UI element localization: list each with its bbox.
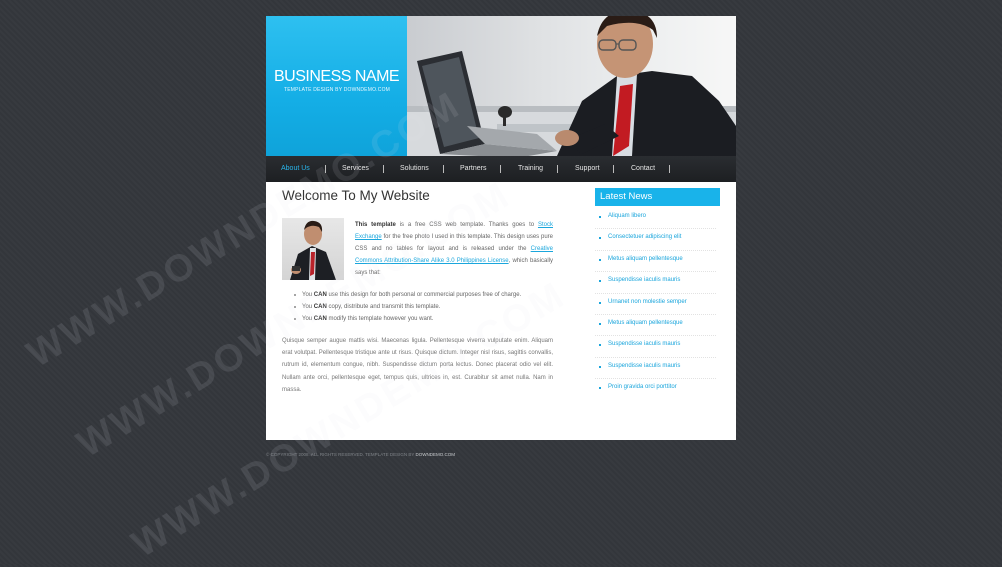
bullet-text: modify this template however you want. <box>326 316 434 322</box>
news-link[interactable]: Aliquam libero <box>595 208 716 230</box>
bullet-strong: CAN <box>313 292 327 298</box>
list-item: You CAN copy, distribute and transmit th… <box>294 301 564 313</box>
footer: © COPYRIGHT 2008. ALL RIGHTS RESERVED. T… <box>266 452 455 457</box>
news-link[interactable]: Consectetuer adipiscing elit <box>595 229 716 251</box>
intro-strong: This template <box>355 222 396 228</box>
intro-text-1: is a free CSS web template. Thanks goes … <box>395 222 538 228</box>
bullet-text: You <box>302 316 314 322</box>
page-title: Welcome To My Website <box>282 188 430 203</box>
news-link[interactable]: Proin gravida orci porttitor <box>595 379 716 399</box>
news-link[interactable]: Urnanet non molestie semper <box>595 294 716 315</box>
bullet-text: use this design for both personal or com… <box>326 292 522 298</box>
intro-text-2: for the free photo I used in this templa… <box>355 234 553 252</box>
footer-copyright: © COPYRIGHT 2008. ALL RIGHTS RESERVED. T… <box>266 452 416 457</box>
latest-news-heading: Latest News <box>595 188 720 206</box>
news-link[interactable]: Suspendisse iaculis mauris <box>595 272 716 294</box>
latest-news-list: Aliquam libero Consectetuer adipiscing e… <box>595 208 716 400</box>
news-link[interactable]: Metus aliquam pellentesque <box>595 315 716 337</box>
content-layer: Welcome To My Website This template is a… <box>266 0 736 440</box>
body-paragraph: Quisque semper augue mattis wisi. Maecen… <box>282 338 553 393</box>
list-item: You CAN modify this template however you… <box>294 313 564 325</box>
permissions-list: You CAN use this design for both persona… <box>294 289 564 325</box>
bullet-text: You <box>302 304 314 310</box>
intro-text: This template is a free CSS web template… <box>355 219 553 279</box>
news-link[interactable]: Suspendisse iaculis mauris <box>595 336 716 358</box>
thumbnail-image <box>290 220 336 280</box>
news-link[interactable]: Suspendisse iaculis mauris <box>595 358 716 380</box>
footer-link[interactable]: DOWNDEMO.COM <box>416 452 456 457</box>
list-item: You CAN use this design for both persona… <box>294 289 564 301</box>
bullet-strong: CAN <box>313 304 327 310</box>
bullet-text: copy, distribute and transmit this templ… <box>326 304 441 310</box>
bullet-strong: CAN <box>313 316 327 322</box>
news-link[interactable]: Metus aliquam pellentesque <box>595 251 716 273</box>
bullet-text: You <box>302 292 314 298</box>
businessman-thumbnail <box>282 218 344 280</box>
